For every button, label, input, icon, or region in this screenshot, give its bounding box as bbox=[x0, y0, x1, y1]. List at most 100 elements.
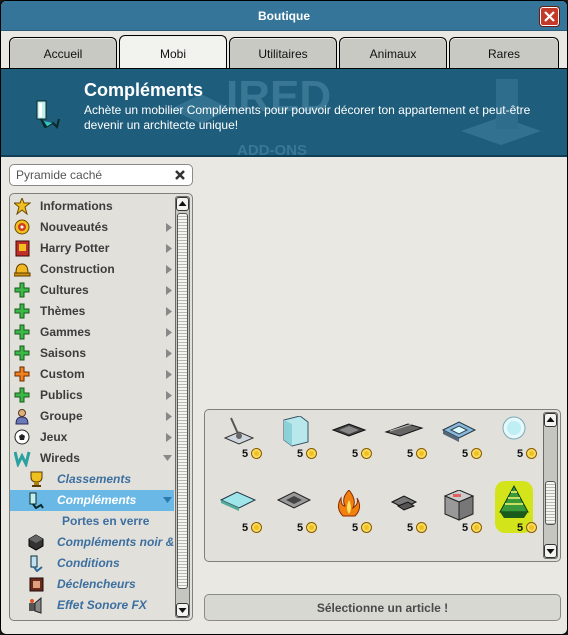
subcategory-label: Déclencheurs bbox=[57, 577, 136, 591]
green-plus-icon bbox=[14, 324, 30, 340]
coin-icon bbox=[416, 448, 427, 459]
product-item[interactable]: 5 bbox=[212, 486, 266, 558]
close-button[interactable] bbox=[540, 7, 559, 26]
category-label: Construction bbox=[40, 262, 115, 276]
product-item[interactable]: 5 bbox=[267, 412, 321, 484]
scroll-down-button[interactable] bbox=[544, 544, 557, 558]
group-people-icon bbox=[15, 409, 29, 425]
category-gammes[interactable]: Gammes bbox=[10, 322, 174, 343]
search-box[interactable] bbox=[9, 164, 193, 186]
trigger-icon bbox=[29, 577, 44, 592]
scroll-down-button[interactable] bbox=[176, 603, 189, 617]
condition-icon bbox=[30, 555, 43, 572]
category-harry-potter[interactable]: Harry Potter bbox=[10, 238, 174, 259]
black-cube-icon bbox=[28, 534, 44, 551]
product-price: 5 bbox=[517, 448, 524, 460]
coin-icon bbox=[251, 448, 262, 459]
chevron-right-icon bbox=[166, 223, 172, 232]
fire-icon bbox=[337, 490, 361, 517]
product-item[interactable]: 5 bbox=[322, 412, 376, 484]
category-label: Thèmes bbox=[40, 304, 86, 318]
category-groupe[interactable]: Groupe bbox=[10, 406, 174, 427]
product-item[interactable]: 5 bbox=[432, 412, 486, 484]
product-price: 5 bbox=[242, 522, 249, 534]
product-price: 5 bbox=[407, 522, 414, 534]
dark-tile-icon bbox=[331, 423, 367, 437]
product-item[interactable]: 5 bbox=[267, 486, 321, 558]
catalog-window: Boutique Accueil Mobi Utilitaires Animau… bbox=[0, 0, 568, 635]
scroll-thumb[interactable] bbox=[177, 213, 188, 589]
tab-animaux[interactable]: Animaux bbox=[339, 37, 447, 68]
product-grid[interactable]: 5 5 5 5 5 5 5 5 5 5 5 5 bbox=[204, 409, 561, 562]
green-plus-icon bbox=[14, 345, 30, 361]
category-informations[interactable]: Informations bbox=[10, 196, 174, 217]
banner-bg-text: ADD-ONS bbox=[237, 142, 307, 157]
scroll-thumb[interactable] bbox=[545, 481, 556, 525]
category-saisons[interactable]: Saisons bbox=[10, 343, 174, 364]
wired-addon-icon bbox=[29, 492, 44, 509]
chevron-right-icon bbox=[166, 412, 172, 421]
grey-box-icon bbox=[443, 490, 475, 521]
coin-icon bbox=[306, 448, 317, 459]
product-item[interactable]: 5 bbox=[377, 412, 431, 484]
chevron-right-icon bbox=[166, 244, 172, 253]
category-cultures[interactable]: Cultures bbox=[10, 280, 174, 301]
product-price: 5 bbox=[297, 448, 304, 460]
subcategory-effet-sonore-fx[interactable]: Effet Sonore FX bbox=[10, 595, 174, 616]
select-article-button[interactable]: Sélectionne un article ! bbox=[204, 594, 561, 621]
category-construction[interactable]: Construction bbox=[10, 259, 174, 280]
scroll-up-button[interactable] bbox=[176, 197, 189, 211]
product-item[interactable]: 5 bbox=[212, 412, 266, 484]
category-label: Jeux bbox=[40, 430, 68, 444]
product-item-selected[interactable]: 5 bbox=[487, 480, 541, 552]
category-nouveautes[interactable]: Nouveautés bbox=[10, 217, 174, 238]
category-label: Custom bbox=[40, 367, 85, 381]
subcategory-classements[interactable]: Classements bbox=[10, 469, 174, 490]
product-item[interactable]: 5 bbox=[432, 486, 486, 558]
soccer-ball-icon bbox=[14, 429, 30, 445]
clear-search-icon[interactable] bbox=[174, 169, 186, 181]
category-list[interactable]: Informations Nouveautés Harry Potter Con… bbox=[9, 193, 193, 621]
subcategory-portes-en-verre[interactable]: Portes en verre bbox=[10, 511, 174, 532]
coin-icon bbox=[471, 522, 482, 533]
category-jeux[interactable]: Jeux bbox=[10, 427, 174, 448]
arrow-up-icon bbox=[178, 201, 187, 206]
tab-mobi[interactable]: Mobi bbox=[119, 35, 227, 69]
category-scrollbar[interactable] bbox=[175, 196, 190, 618]
coin-icon bbox=[306, 522, 317, 533]
category-wireds[interactable]: Wireds bbox=[10, 448, 174, 469]
subcategory-complements-noir-blanc[interactable]: Compléments noir & b bbox=[10, 532, 185, 553]
category-themes[interactable]: Thèmes bbox=[10, 301, 174, 322]
cross-tile-icon bbox=[390, 495, 418, 511]
title-bar[interactable]: Boutique bbox=[1, 1, 567, 31]
scroll-up-button[interactable] bbox=[544, 413, 557, 427]
blue-pad-icon bbox=[441, 421, 477, 442]
coin-icon bbox=[361, 448, 372, 459]
category-label: Cultures bbox=[40, 283, 89, 297]
chevron-down-icon bbox=[163, 455, 172, 461]
category-publics[interactable]: Publics bbox=[10, 385, 174, 406]
product-item[interactable]: 5 bbox=[377, 486, 431, 558]
orange-plus-icon bbox=[14, 366, 30, 382]
subcategory-complements[interactable]: Compléments bbox=[10, 490, 174, 511]
arrow-down-icon bbox=[178, 608, 187, 613]
product-item[interactable]: 5 bbox=[487, 412, 541, 484]
search-input[interactable] bbox=[16, 168, 166, 182]
chevron-right-icon bbox=[166, 328, 172, 337]
compliments-icon bbox=[36, 100, 60, 129]
lever-wand-icon bbox=[223, 417, 255, 445]
category-custom[interactable]: Custom bbox=[10, 364, 174, 385]
tab-accueil[interactable]: Accueil bbox=[9, 37, 117, 68]
light-orb-icon bbox=[502, 416, 526, 440]
tab-utilitaires[interactable]: Utilitaires bbox=[229, 37, 337, 68]
category-label: Nouveautés bbox=[40, 220, 109, 234]
chevron-right-icon bbox=[166, 307, 172, 316]
subcategory-conditions[interactable]: Conditions bbox=[10, 553, 174, 574]
chevron-right-icon bbox=[166, 265, 172, 274]
product-item[interactable]: 5 bbox=[322, 486, 376, 558]
tab-rares[interactable]: Rares bbox=[449, 37, 559, 68]
product-scrollbar[interactable] bbox=[543, 412, 558, 559]
product-price: 5 bbox=[462, 522, 469, 534]
square-pad-icon bbox=[276, 491, 312, 509]
subcategory-declencheurs[interactable]: Déclencheurs bbox=[10, 574, 174, 595]
